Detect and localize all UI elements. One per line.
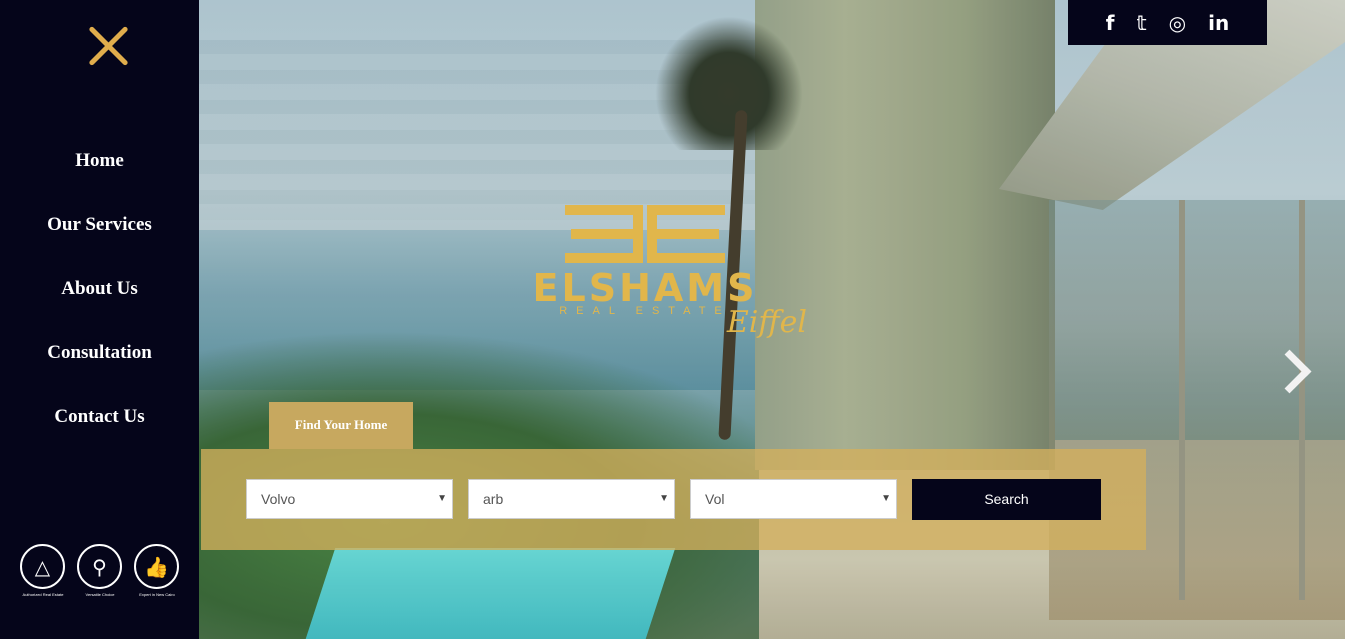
instagram-icon[interactable]: ◎: [1169, 11, 1186, 35]
select-third[interactable]: Vol ▼: [690, 479, 897, 519]
select-value: Vol: [705, 491, 725, 507]
badge-caption: Versatile Choice: [85, 592, 115, 597]
chevron-down-icon: ▼: [437, 493, 447, 504]
magnifier-icon: ⚲: [77, 544, 122, 589]
logo-mark-icon: [475, 205, 815, 265]
nav-item-about-us[interactable]: About Us: [0, 278, 199, 342]
sidebar: Home Our Services About Us Consultation …: [0, 0, 199, 639]
nav-item-home[interactable]: Home: [0, 150, 199, 214]
thumbs-up-icon: 👍: [134, 544, 179, 589]
pyramids-icon: △: [20, 544, 65, 589]
badge-versatile: ⚲ Versatile Choice: [77, 544, 123, 597]
select-second[interactable]: arb ▼: [468, 479, 675, 519]
select-value: arb: [483, 491, 504, 507]
chevron-down-icon: ▼: [881, 493, 891, 504]
close-icon[interactable]: [84, 20, 132, 70]
logo-script: Eiffel: [726, 305, 807, 340]
badge-authorized: △ Authorized Real Estate: [20, 544, 66, 597]
tab-find-your-home[interactable]: Find Your Home: [269, 402, 413, 449]
twitter-icon[interactable]: 𝕥: [1137, 11, 1147, 35]
feature-badges: △ Authorized Real Estate ⚲ Versatile Cho…: [20, 544, 180, 597]
logo-mark-right: [647, 205, 725, 263]
brand-logo: ELSHAMS REAL ESTATE Eiffel: [475, 205, 815, 340]
main-nav: Home Our Services About Us Consultation …: [0, 150, 199, 470]
chevron-right-icon[interactable]: [1272, 348, 1308, 394]
badge-expert: 👍 Expert in New Cairo: [134, 544, 180, 597]
social-bar: f 𝕥 ◎ in: [1068, 0, 1267, 45]
nav-item-consultation[interactable]: Consultation: [0, 342, 199, 406]
chevron-down-icon: ▼: [659, 493, 669, 504]
search-panel: Volvo ▼ arb ▼ Vol ▼ Search: [201, 449, 1146, 550]
logo-name: ELSHAMS: [532, 266, 758, 310]
badge-caption: Expert in New Cairo: [139, 592, 175, 597]
select-first[interactable]: Volvo ▼: [246, 479, 453, 519]
logo-mark-left: [565, 205, 643, 263]
linkedin-icon[interactable]: in: [1208, 11, 1229, 35]
select-value: Volvo: [261, 491, 296, 507]
nav-item-our-services[interactable]: Our Services: [0, 214, 199, 278]
search-button[interactable]: Search: [912, 479, 1101, 520]
nav-item-contact-us[interactable]: Contact Us: [0, 406, 199, 470]
facebook-icon[interactable]: f: [1106, 11, 1115, 35]
badge-caption: Authorized Real Estate: [22, 592, 64, 597]
